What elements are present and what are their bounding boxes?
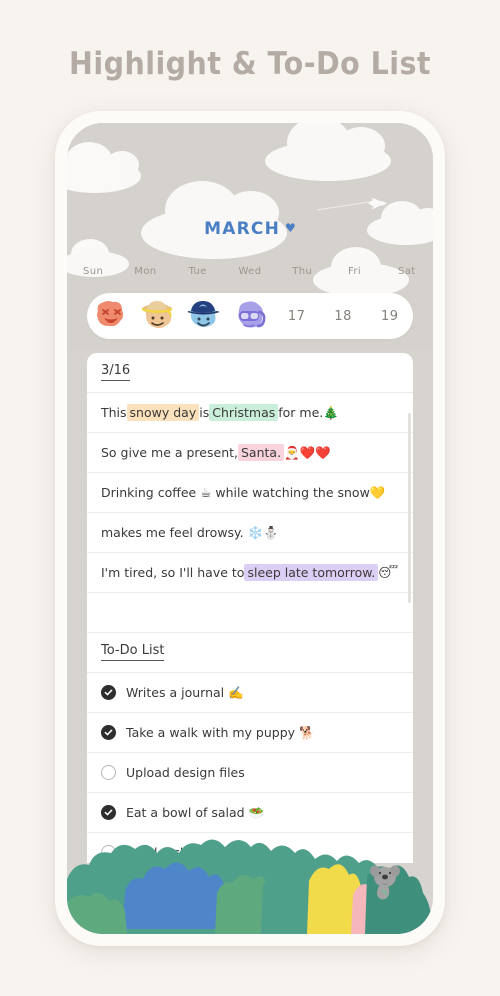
todo-item-label: Take a walk with my puppy 🐕 [126,724,315,740]
day-cell-thu[interactable]: 17 [273,309,320,324]
highlighted-text: sleep late tomorrow. [244,564,379,581]
todo-item[interactable]: Eat a bowl of salad 🥗 [87,793,413,833]
sky-header: MARCH ♥ Sun Mon Tue Wed Thu Fri Sat 17 1… [67,123,433,350]
journal-text: I'm tired, so I'll have to [101,565,245,580]
journal-text: So give me a present, [101,445,238,460]
todo-item-label: Eat a bowl of salad 🥗 [126,804,265,820]
journal-text: is [199,405,210,420]
journal-text: 😴 [378,565,399,580]
dow-wed: Wed [238,266,262,277]
note-scrollbar[interactable] [408,413,411,603]
heart-icon: ♥ [285,221,296,235]
day-cell-tue[interactable] [180,297,227,335]
journal-line[interactable]: makes me feel drowsy. ❄️⛄ [87,513,413,553]
day-cell-sun[interactable] [87,297,134,335]
journal-date-header[interactable]: 3/16 [87,353,413,393]
dow-fri: Fri [347,266,362,277]
airplane-icon [316,198,387,211]
phone-screen: MARCH ♥ Sun Mon Tue Wed Thu Fri Sat 17 1… [67,123,433,934]
highlighted-text: Christmas [209,404,279,421]
journal-line[interactable]: So give me a present, Santa. 🎅❤️❤️ [87,433,413,473]
sticker-face-grin-icon[interactable] [91,297,129,335]
day-of-week-row: Sun Mon Tue Wed Thu Fri Sat [67,266,433,277]
highlighted-text: snowy day [126,404,200,421]
todo-item-label: Writes a journal ✍️ [126,684,244,700]
todo-item[interactable]: Take a walk with my puppy 🐕 [87,713,413,753]
day-cell-fri[interactable]: 18 [320,309,367,324]
journal-text: 💛 [369,484,386,500]
day-cell-wed[interactable] [227,297,274,335]
date-number: 18 [334,308,352,324]
dow-mon: Mon [134,266,157,277]
todo-list-label: To-Do List [101,643,165,661]
journal-line[interactable]: I'm tired, so I'll have to sleep late to… [87,553,413,593]
dow-sat: Sat [398,266,416,277]
dow-sun: Sun [83,266,104,277]
journal-line[interactable]: Drinking coffee ☕ while watching the sno… [87,473,413,513]
journal-empty-line[interactable] [87,593,413,633]
note-card: 3/16 This snowy day is Christmas for me.… [87,353,413,863]
page-title: Highlight & To-Do List [69,46,431,82]
journal-text: for me. [278,405,324,420]
journal-text: 🎄 [323,404,339,420]
date-number: 19 [380,308,399,324]
sticker-face-snorkel-icon[interactable] [231,297,269,335]
dow-thu: Thu [292,266,313,277]
journal-line[interactable]: This snowy day is Christmas for me. 🎄 [87,393,413,433]
cloud-icon [265,123,391,181]
checkbox-checked-icon[interactable] [101,725,116,740]
journal-text: Drinking coffee ☕ while watching the sno… [101,485,370,500]
todo-item[interactable]: Writes a journal ✍️ [87,673,413,713]
journal-date-label: 3/16 [101,363,131,381]
month-label: MARCH [204,219,281,239]
month-selector[interactable]: MARCH ♥ [67,219,433,239]
phone-frame: MARCH ♥ Sun Mon Tue Wed Thu Fri Sat 17 1… [55,111,445,946]
dow-tue: Tue [188,266,207,277]
highlighted-text: Santa. [238,444,285,461]
todo-item-label: Upload design files [126,765,245,780]
checkbox-unchecked-icon[interactable] [101,765,116,780]
sticker-face-blue-cap-icon[interactable] [184,297,222,335]
journal-text: 🎅❤️❤️ [284,444,331,460]
bush-illustration [67,829,433,934]
sticker-face-straw-hat-icon[interactable] [138,297,176,335]
week-strip: 17 18 19 [87,293,413,339]
journal-text: makes me feel drowsy. ❄️⛄ [101,524,279,540]
journal-text: This [101,405,127,420]
checkbox-checked-icon[interactable] [101,685,116,700]
day-cell-sat[interactable]: 19 [366,309,413,324]
todo-list-header[interactable]: To-Do List [87,633,413,673]
day-cell-mon[interactable] [134,297,181,335]
checkbox-checked-icon[interactable] [101,805,116,820]
date-number: 17 [287,308,306,324]
cloud-icon [67,142,141,193]
todo-item[interactable]: Upload design files [87,753,413,793]
